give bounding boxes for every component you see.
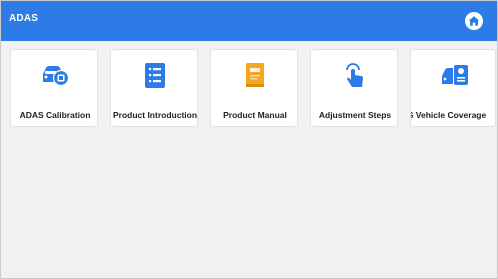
manual-book-icon [240, 60, 270, 90]
tile-adas-calibration[interactable]: ADAS Calibration [10, 49, 98, 127]
function-grid: ADAS Calibration Product Introduction Pr… [1, 49, 497, 129]
page-title: ADAS [9, 13, 39, 24]
car-camera-icon [40, 60, 70, 90]
tile-product-introduction[interactable]: Product Introduction [110, 49, 198, 127]
title-bar: ADAS [1, 1, 497, 41]
home-button[interactable] [465, 12, 483, 30]
tile-vehicle-coverage[interactable]: S Vehicle Coverage [410, 49, 496, 127]
app-window: ADAS ADAS Calibration Product Introducti… [0, 0, 498, 279]
list-document-icon [140, 60, 170, 90]
tile-product-manual[interactable]: Product Manual [210, 49, 298, 127]
tile-label: S Vehicle Coverage [410, 110, 487, 120]
tile-label: Adjustment Steps [318, 110, 392, 120]
tile-label: Product Introduction [112, 110, 198, 120]
touch-hand-icon [340, 60, 370, 90]
tile-adjustment-steps[interactable]: Adjustment Steps [310, 49, 398, 127]
tile-label: Product Manual [223, 110, 287, 120]
home-icon [468, 16, 480, 26]
vehicle-coverage-icon [440, 60, 470, 90]
tile-label: ADAS Calibration [19, 110, 91, 120]
